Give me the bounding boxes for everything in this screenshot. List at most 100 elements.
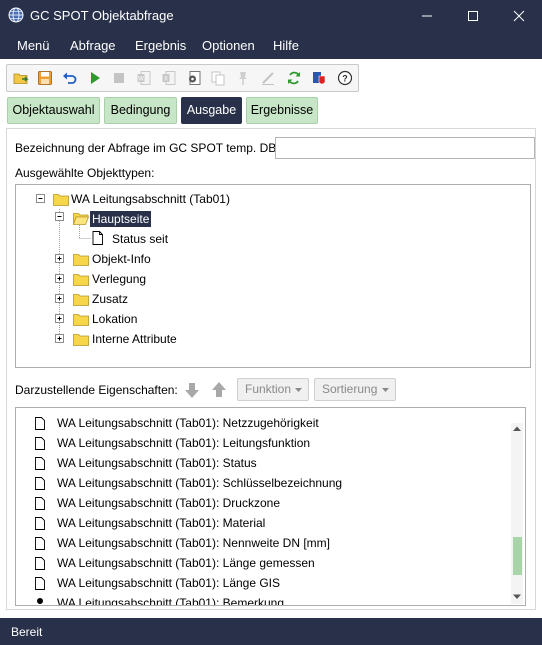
tree-node-lokation[interactable]: Lokation	[92, 312, 137, 326]
word-export-button[interactable]: W	[133, 67, 155, 89]
move-up-button[interactable]	[210, 380, 228, 400]
plus-icon	[57, 336, 62, 341]
menu-abfrage[interactable]: Abfrage	[70, 38, 116, 53]
tree-interne-attribute-expand-toggle[interactable]	[55, 334, 64, 343]
folder-icon	[53, 192, 69, 206]
sort-dropdown[interactable]: Sortierung	[314, 378, 396, 401]
folder-icon	[73, 252, 89, 266]
settings-export-button[interactable]	[183, 67, 205, 89]
edit-button[interactable]	[257, 67, 279, 89]
tree-lokation-expand-toggle[interactable]	[55, 314, 64, 323]
arrow-down-icon	[185, 383, 199, 398]
list-item-label: WA Leitungsabschnitt (Tab01): Bemerkung	[57, 596, 285, 606]
tree-selected-node[interactable]: Hauptseite	[90, 211, 152, 227]
minimize-button[interactable]	[404, 0, 450, 31]
database-button[interactable]	[308, 67, 330, 89]
function-dropdown-label: Funktion	[245, 382, 292, 396]
list-item[interactable]: WA Leitungsabschnitt (Tab01): Länge geme…	[16, 554, 511, 574]
open-button[interactable]	[10, 67, 32, 89]
svg-text:?: ?	[342, 74, 348, 84]
list-item[interactable]: WA Leitungsabschnitt (Tab01): Netzzugehö…	[16, 414, 511, 434]
chevron-down-icon	[382, 388, 389, 392]
tree-node-verlegung[interactable]: Verlegung	[92, 272, 146, 286]
document-icon	[35, 437, 45, 450]
stop-icon	[114, 73, 124, 83]
excel-export-button[interactable]: X	[158, 67, 180, 89]
close-button[interactable]	[496, 0, 542, 31]
maximize-button[interactable]	[450, 0, 496, 31]
list-item[interactable]: WA Leitungsabschnitt (Tab01): Status	[16, 454, 511, 474]
help-icon: ?	[337, 70, 353, 86]
list-item[interactable]: WA Leitungsabschnitt (Tab01): Länge GIS	[16, 574, 511, 594]
tab-ausgabe[interactable]: Ausgabe	[181, 97, 242, 124]
query-name-input[interactable]	[275, 137, 535, 159]
document-icon	[35, 557, 45, 570]
refresh-button[interactable]	[283, 67, 305, 89]
scroll-thumb[interactable]	[513, 537, 522, 575]
undo-button[interactable]	[59, 67, 81, 89]
database-shield-icon	[313, 72, 326, 85]
menu-menue[interactable]: Menü	[17, 38, 50, 53]
status-bar	[0, 618, 542, 645]
list-item[interactable]: WA Leitungsabschnitt (Tab01): Bemerkung	[16, 594, 511, 606]
tree-node-zusatz[interactable]: Zusatz	[92, 292, 128, 306]
tree-child-label[interactable]: Status seit	[112, 232, 168, 246]
list-item-label: WA Leitungsabschnitt (Tab01): Leitungsfu…	[57, 436, 311, 450]
run-button[interactable]	[84, 67, 106, 89]
window-title: GC SPOT Objektabfrage	[30, 8, 174, 23]
copy-icon	[211, 71, 225, 86]
document-icon	[35, 477, 45, 490]
list-item-label: WA Leitungsabschnitt (Tab01): Länge geme…	[57, 556, 315, 570]
properties-list[interactable]: WA Leitungsabschnitt (Tab01): Netzzugehö…	[15, 407, 526, 606]
object-types-label: Ausgewählte Objekttypen:	[15, 166, 155, 180]
undo-icon	[63, 72, 77, 84]
document-icon	[35, 497, 45, 510]
function-dropdown[interactable]: Funktion	[237, 378, 309, 401]
tree-verlegung-expand-toggle[interactable]	[55, 274, 64, 283]
list-item[interactable]: WA Leitungsabschnitt (Tab01): Schlüsselb…	[16, 474, 511, 494]
plus-icon	[57, 296, 62, 301]
folder-icon	[73, 332, 89, 346]
run-icon	[91, 72, 100, 84]
sort-dropdown-label: Sortierung	[322, 382, 378, 396]
list-item[interactable]: WA Leitungsabschnitt (Tab01): Material	[16, 514, 511, 534]
tree-node-interne-attribute[interactable]: Interne Attribute	[92, 332, 177, 346]
app-globe-icon	[8, 7, 24, 23]
move-down-button[interactable]	[183, 380, 201, 400]
tree-hauptseite-collapse-toggle[interactable]	[55, 212, 64, 221]
scroll-up-arrow-icon[interactable]	[513, 426, 521, 432]
scroll-down-arrow-icon[interactable]	[513, 594, 521, 600]
minus-icon	[57, 216, 62, 217]
tab-bedingung[interactable]: Bedingung	[104, 97, 177, 124]
tab-ergebnisse[interactable]: Ergebnisse	[246, 97, 318, 124]
document-icon	[35, 537, 45, 550]
list-item-label: WA Leitungsabschnitt (Tab01): Status	[57, 456, 257, 470]
save-icon	[38, 71, 52, 85]
tree-node-objekt-info[interactable]: Objekt-Info	[92, 252, 151, 266]
svg-text:X: X	[164, 77, 168, 83]
list-item[interactable]: WA Leitungsabschnitt (Tab01): Leitungsfu…	[16, 434, 511, 454]
menu-optionen[interactable]: Optionen	[202, 38, 255, 53]
save-button[interactable]	[34, 67, 56, 89]
edit-pen-icon	[262, 72, 274, 85]
tree-root-collapse-toggle[interactable]	[36, 194, 45, 203]
properties-label: Darzustellende Eigenschaften:	[15, 383, 178, 397]
plus-icon	[57, 316, 62, 321]
list-item[interactable]: WA Leitungsabschnitt (Tab01): Druckzone	[16, 494, 511, 514]
list-item-label: WA Leitungsabschnitt (Tab01): Länge GIS	[57, 576, 281, 590]
tree-zusatz-expand-toggle[interactable]	[55, 294, 64, 303]
tree-objekt-info-expand-toggle[interactable]	[55, 254, 64, 263]
help-button[interactable]: ?	[334, 67, 356, 89]
properties-scrollbar[interactable]	[511, 423, 523, 604]
status-text: Bereit	[11, 625, 43, 639]
tree-root-label[interactable]: WA Leitungsabschnitt (Tab01)	[71, 192, 230, 206]
stop-button[interactable]	[108, 67, 130, 89]
minimize-icon	[422, 15, 432, 17]
menu-hilfe[interactable]: Hilfe	[273, 38, 299, 53]
copy-button[interactable]	[207, 67, 229, 89]
pin-button[interactable]	[232, 67, 254, 89]
tab-objektauswahl[interactable]: Objektauswahl	[7, 97, 100, 124]
menu-ergebnis[interactable]: Ergebnis	[135, 38, 186, 53]
list-item[interactable]: WA Leitungsabschnitt (Tab01): Nennweite …	[16, 534, 511, 554]
plus-icon	[57, 276, 62, 281]
